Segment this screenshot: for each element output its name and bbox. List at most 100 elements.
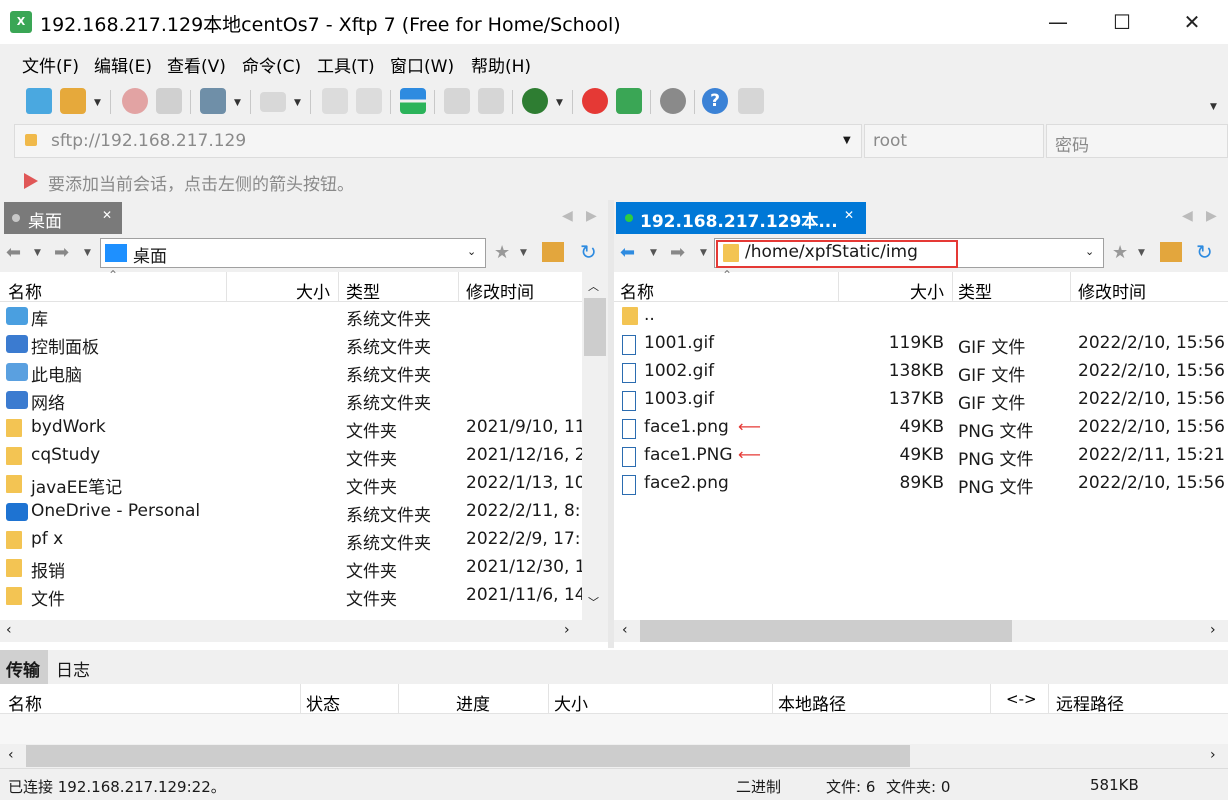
copy-icon[interactable] xyxy=(444,88,470,114)
left-path-input[interactable]: 桌面 ⌄ xyxy=(100,238,486,268)
forward-icon[interactable]: ➡ xyxy=(54,242,69,263)
chevron-down-icon[interactable]: ▼ xyxy=(650,248,657,258)
menu-file[interactable]: 文件(F) xyxy=(22,52,79,77)
table-row[interactable]: 1002.gif 138KB GIF 文件 2022/2/10, 15:56 xyxy=(614,358,1228,386)
close-icon[interactable]: ✕ xyxy=(844,208,854,222)
chevron-down-icon[interactable]: ▼ xyxy=(843,135,851,146)
help-icon[interactable]: ? xyxy=(702,88,728,114)
maximize-button[interactable]: ☐ xyxy=(1092,4,1152,40)
scroll-left-icon[interactable]: ‹ xyxy=(622,622,628,638)
col-local-path[interactable]: 本地路径 xyxy=(778,690,846,715)
favorite-star-icon[interactable]: ★ xyxy=(494,242,510,263)
menu-edit[interactable]: 编辑(E) xyxy=(94,52,152,77)
chevron-down-icon[interactable]: ▼ xyxy=(84,248,91,258)
chevron-down-icon[interactable]: ▼ xyxy=(34,248,41,258)
table-row[interactable]: 报销 文件夹 2021/12/30, 1 xyxy=(0,554,582,582)
chevron-down-icon[interactable]: ▼ xyxy=(556,98,563,108)
reconnect-icon[interactable] xyxy=(156,88,182,114)
table-row[interactable]: 1001.gif 119KB GIF 文件 2022/2/10, 15:56 xyxy=(614,330,1228,358)
table-row[interactable]: javaEE笔记 文件夹 2022/1/13, 10 xyxy=(0,470,582,498)
tab-log[interactable]: 日志 xyxy=(56,656,90,681)
col-status[interactable]: 状态 xyxy=(306,690,340,715)
left-vertical-scrollbar[interactable]: ︿ ﹀ xyxy=(582,272,608,620)
menu-help[interactable]: 帮助(H) xyxy=(471,52,531,77)
chevron-down-icon[interactable]: ⌄ xyxy=(467,245,476,258)
scroll-thumb[interactable] xyxy=(26,745,910,767)
table-row[interactable]: face1.PNG 49KB PNG 文件 2022/2/11, 15:21 ⟵ xyxy=(614,442,1228,470)
chevron-down-icon[interactable]: ▼ xyxy=(520,248,527,258)
scroll-right-icon[interactable]: › xyxy=(1210,622,1216,638)
chevron-down-icon[interactable]: ▼ xyxy=(700,248,707,258)
scroll-thumb[interactable] xyxy=(584,298,606,356)
scroll-right-icon[interactable]: › xyxy=(564,622,570,638)
favorite-star-icon[interactable]: ★ xyxy=(1112,242,1128,263)
left-horizontal-scrollbar[interactable]: ‹ › xyxy=(0,620,608,642)
chevron-down-icon[interactable]: ▼ xyxy=(294,98,301,108)
paste-icon[interactable] xyxy=(478,88,504,114)
home-folder-icon[interactable] xyxy=(542,242,564,262)
col-direction[interactable]: <-> xyxy=(1006,690,1037,708)
col-name[interactable]: 名称 xyxy=(8,690,42,715)
table-row[interactable]: 此电脑 系统文件夹 xyxy=(0,358,582,386)
chevron-down-icon[interactable]: ▼ xyxy=(1138,248,1145,258)
password-field[interactable]: 密码 xyxy=(1046,124,1228,158)
minimize-button[interactable]: — xyxy=(1028,4,1088,40)
col-name[interactable]: 名称 xyxy=(8,278,42,303)
toolbar-overflow-icon[interactable]: ▼ xyxy=(1210,102,1217,112)
add-session-arrow-icon[interactable] xyxy=(24,173,38,189)
table-row[interactable]: face2.png 89KB PNG 文件 2022/2/10, 15:56 xyxy=(614,470,1228,498)
refresh-icon[interactable]: ↻ xyxy=(1196,240,1213,264)
chevron-up-icon[interactable]: ︿ xyxy=(588,278,599,294)
close-button[interactable]: ✕ xyxy=(1162,4,1222,40)
col-type[interactable]: 类型 xyxy=(958,278,992,303)
col-size[interactable]: 大小 xyxy=(296,278,330,303)
menu-tools[interactable]: 工具(T) xyxy=(317,52,375,77)
table-row[interactable]: pf x 系统文件夹 2022/2/9, 17: xyxy=(0,526,582,554)
close-icon[interactable]: ✕ xyxy=(102,208,112,222)
tab-remote-session[interactable]: 192.168.217.129本... ✕ xyxy=(616,202,866,234)
tab-scroll-left-icon[interactable]: ◀ xyxy=(562,208,573,224)
chat-icon[interactable] xyxy=(738,88,764,114)
transfer-horizontal-scrollbar[interactable]: ‹ › xyxy=(0,744,1228,768)
tab-scroll-right-icon[interactable]: ▶ xyxy=(586,208,597,224)
tab-local-desktop[interactable]: 桌面 ✕ xyxy=(4,202,122,234)
xftp-icon[interactable] xyxy=(616,88,642,114)
chevron-down-icon[interactable]: ▼ xyxy=(94,98,101,108)
table-row[interactable]: cqStudy 文件夹 2021/12/16, 2 xyxy=(0,442,582,470)
menu-view[interactable]: 查看(V) xyxy=(167,52,226,77)
col-size[interactable]: 大小 xyxy=(910,278,944,303)
table-row[interactable]: bydWork 文件夹 2021/9/10, 11 xyxy=(0,414,582,442)
table-row[interactable]: 1003.gif 137KB GIF 文件 2022/2/10, 15:56 xyxy=(614,386,1228,414)
session-settings-icon[interactable] xyxy=(200,88,226,114)
chevron-down-icon[interactable]: ⌄ xyxy=(1085,245,1094,258)
tab-transfer[interactable]: 传输 xyxy=(0,650,48,684)
address-input[interactable]: sftp://192.168.217.129 ▼ xyxy=(14,124,862,158)
open-folder-icon[interactable] xyxy=(60,88,86,114)
scroll-thumb[interactable] xyxy=(640,620,1012,642)
col-type[interactable]: 类型 xyxy=(346,278,380,303)
home-folder-icon[interactable] xyxy=(1160,242,1182,262)
table-row[interactable]: 控制面板 系统文件夹 xyxy=(0,330,582,358)
table-row[interactable]: 文件 文件夹 2021/11/6, 14 xyxy=(0,582,582,610)
forward-icon[interactable]: ➡ xyxy=(670,242,685,263)
table-row[interactable]: face1.png 49KB PNG 文件 2022/2/10, 15:56 ⟵ xyxy=(614,414,1228,442)
col-remote-path[interactable]: 远程路径 xyxy=(1056,690,1124,715)
back-icon[interactable]: ⬅ xyxy=(620,242,635,263)
table-row[interactable]: 网络 系统文件夹 xyxy=(0,386,582,414)
col-modified[interactable]: 修改时间 xyxy=(466,278,534,303)
tab-scroll-right-icon[interactable]: ▶ xyxy=(1206,208,1217,224)
table-row[interactable]: OneDrive - Personal 系统文件夹 2022/2/11, 8: xyxy=(0,498,582,526)
refresh-icon[interactable]: ↻ xyxy=(580,240,597,264)
gear-icon[interactable] xyxy=(660,88,686,114)
scroll-right-icon[interactable]: › xyxy=(1210,747,1216,763)
col-progress[interactable]: 进度 xyxy=(456,690,490,715)
col-size[interactable]: 大小 xyxy=(554,690,588,715)
tab-scroll-left-icon[interactable]: ◀ xyxy=(1182,208,1193,224)
upload-icon[interactable] xyxy=(356,88,382,114)
terminal-icon[interactable] xyxy=(260,92,286,112)
username-field[interactable]: root xyxy=(864,124,1044,158)
globe-icon[interactable] xyxy=(522,88,548,114)
scroll-left-icon[interactable]: ‹ xyxy=(6,622,12,638)
table-row[interactable]: 库 系统文件夹 xyxy=(0,302,582,330)
new-session-icon[interactable] xyxy=(26,88,52,114)
